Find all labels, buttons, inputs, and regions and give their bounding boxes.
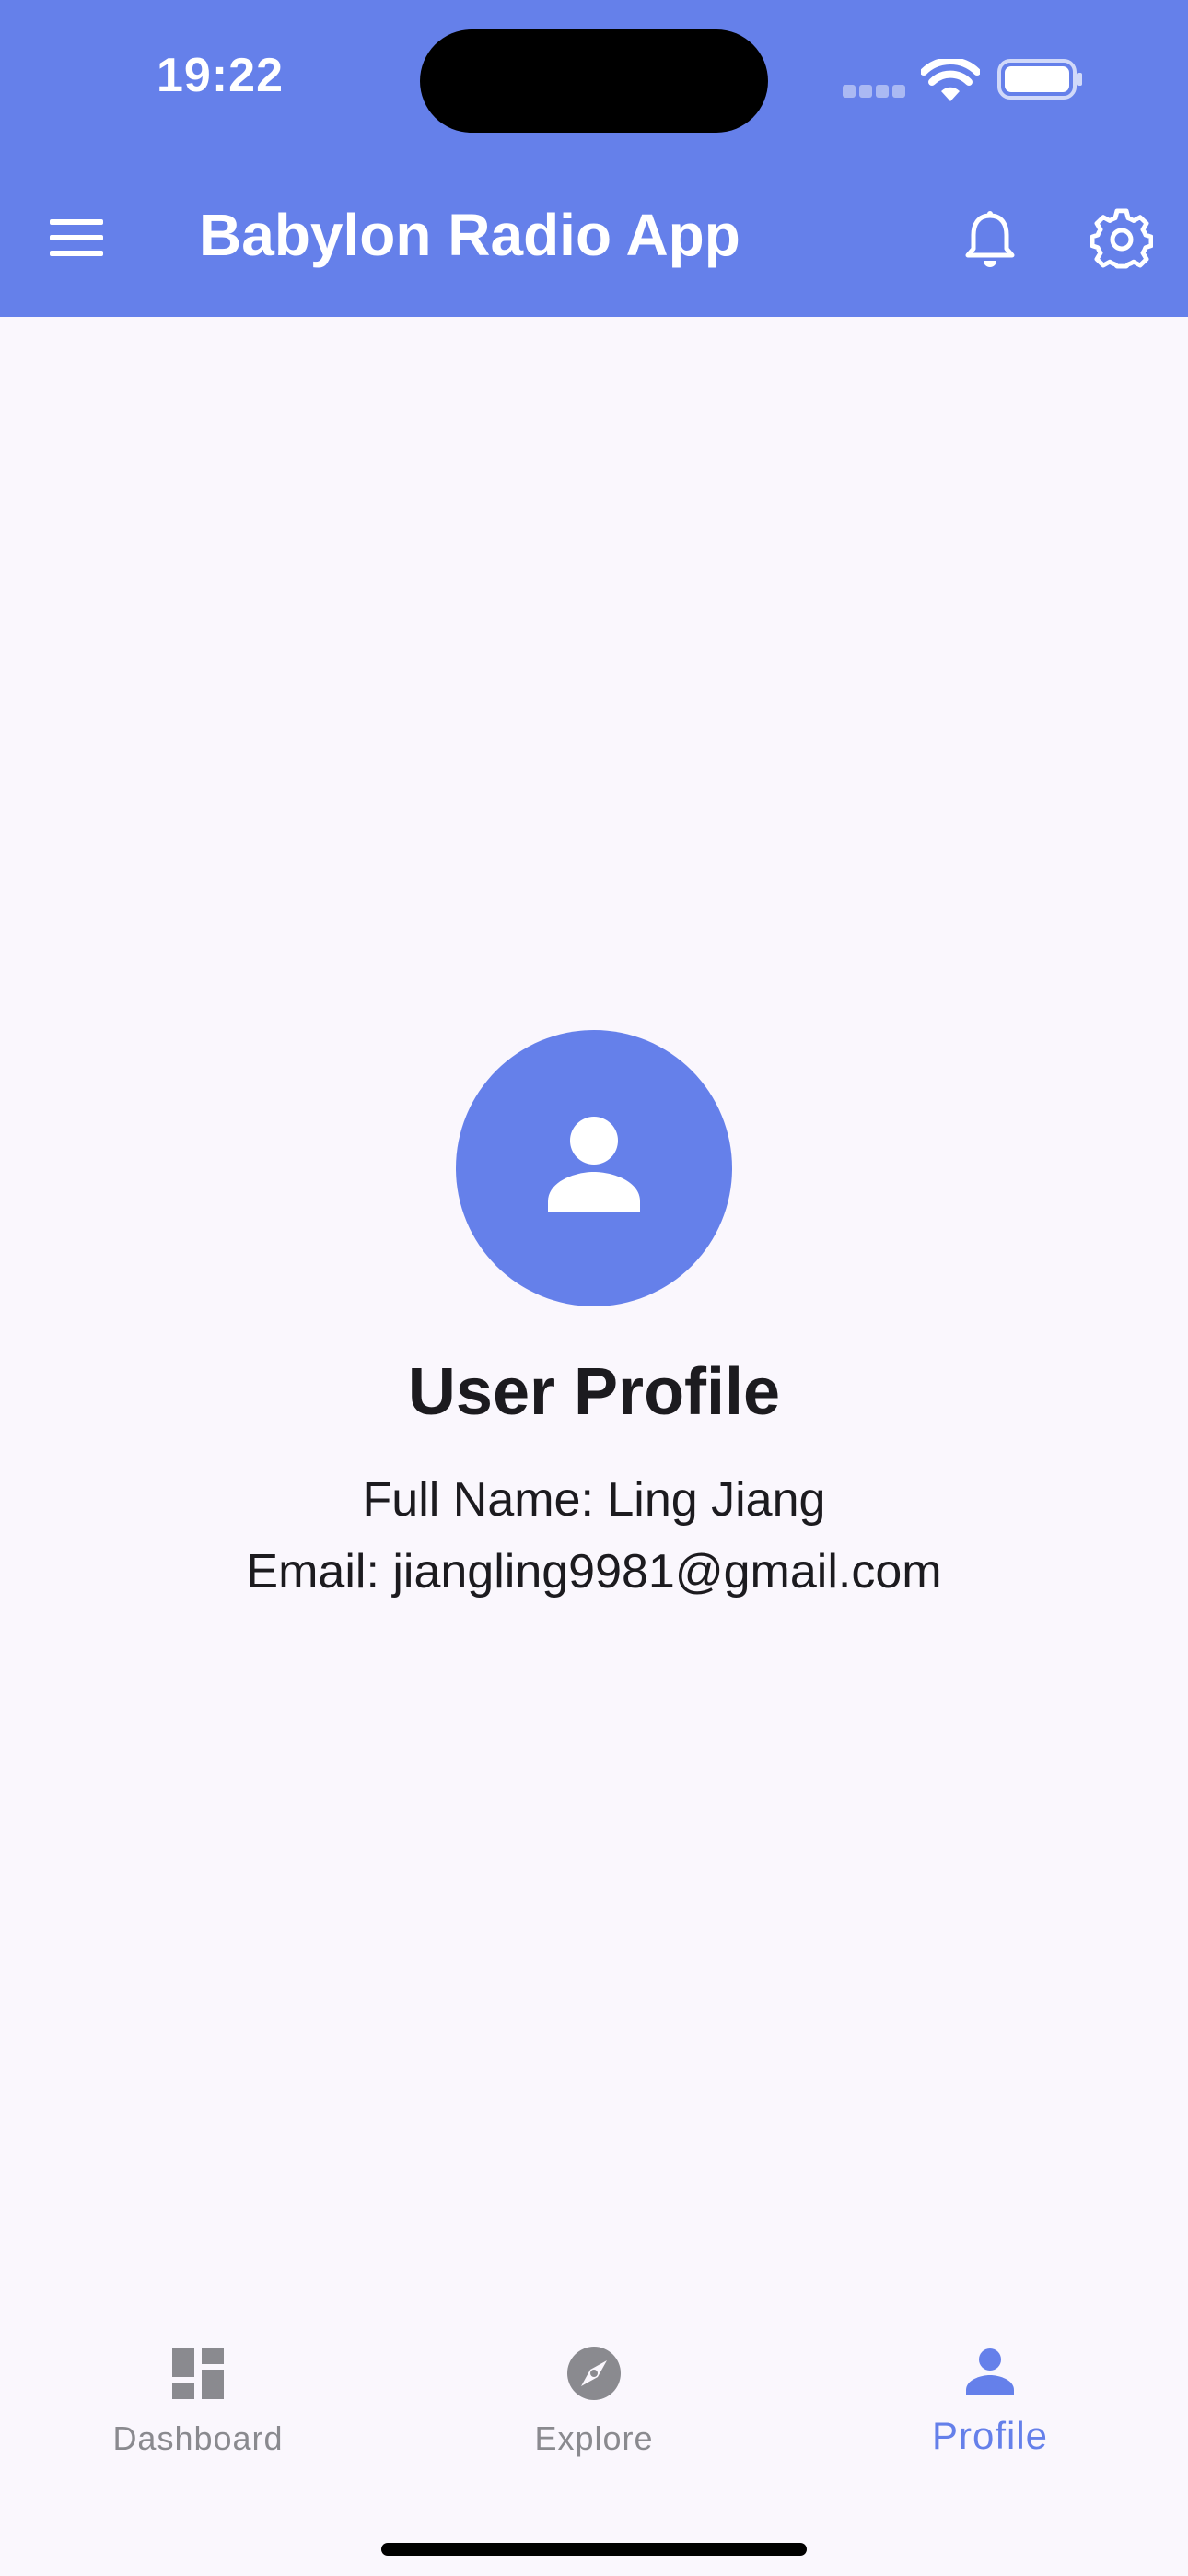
profile-screen: 19:22 Babylon Radio App User Profile Ful…	[0, 0, 1188, 2576]
bell-icon	[965, 211, 1015, 267]
email-text: Email: jiangling9981@gmail.com	[246, 1545, 942, 1598]
dashboard-icon	[172, 2348, 224, 2399]
notifications-button[interactable]	[958, 208, 1022, 273]
gear-icon	[1089, 208, 1154, 269]
nav-label-profile: Profile	[931, 2414, 1049, 2457]
dynamic-island	[420, 29, 768, 133]
nav-label-explore: Explore	[534, 2419, 654, 2457]
app-header: 19:22 Babylon Radio App	[0, 0, 1188, 317]
menu-icon	[50, 219, 103, 256]
person-icon	[548, 1117, 640, 1212]
menu-button[interactable]	[48, 216, 107, 260]
person-icon	[966, 2348, 1014, 2395]
nav-item-dashboard[interactable]: Dashboard	[0, 2322, 396, 2469]
bottom-navigation: Dashboard Explore Profile	[0, 2322, 1188, 2469]
nav-item-explore[interactable]: Explore	[396, 2322, 792, 2469]
battery-icon	[997, 59, 1082, 100]
compass-icon	[567, 2347, 621, 2400]
full-name-text: Full Name: Ling Jiang	[362, 1473, 826, 1527]
settings-button[interactable]	[1089, 208, 1154, 271]
home-indicator[interactable]	[381, 2543, 807, 2556]
avatar	[456, 1030, 732, 1306]
cellular-signal-icon	[843, 85, 907, 98]
nav-item-profile[interactable]: Profile	[792, 2322, 1188, 2469]
profile-title: User Profile	[407, 1355, 781, 1429]
nav-label-dashboard: Dashboard	[112, 2419, 284, 2457]
app-title: Babylon Radio App	[199, 202, 740, 268]
wifi-icon	[921, 59, 980, 101]
status-time: 19:22	[157, 49, 284, 102]
